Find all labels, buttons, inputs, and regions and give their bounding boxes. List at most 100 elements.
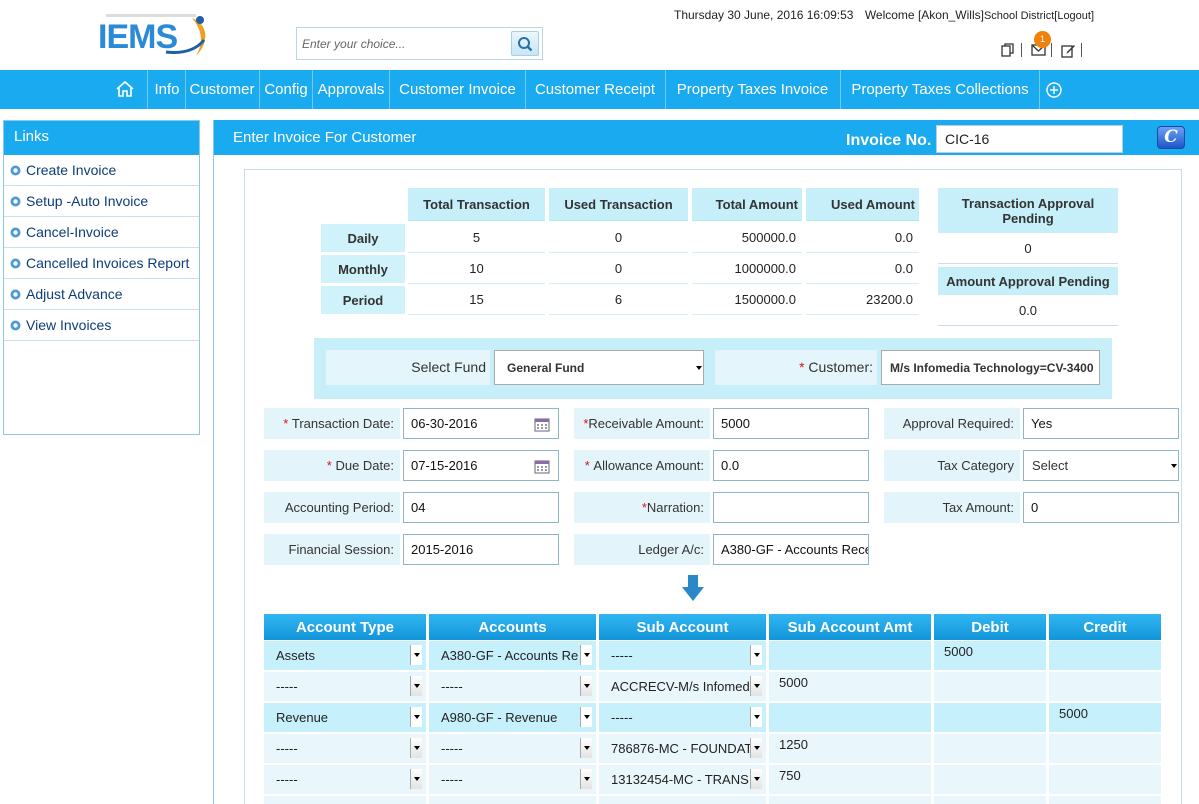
grid-cell-sub-account-amt[interactable]: 1250: [769, 734, 931, 763]
nav-approvals[interactable]: Approvals: [313, 70, 389, 109]
sidebar-item-view-invoices[interactable]: View Invoices: [4, 310, 199, 341]
invoice-no-field[interactable]: CIC-16: [936, 125, 1123, 153]
mail-icon[interactable]: 1: [1028, 31, 1051, 59]
nav-customer[interactable]: Customer: [186, 70, 258, 109]
grid-cell-debit[interactable]: 5000: [934, 641, 1046, 670]
search-input[interactable]: [297, 28, 509, 59]
grid-header-credit: Credit: [1049, 614, 1161, 640]
sidebar-item-label: Adjust Advance: [26, 286, 123, 302]
invoice-no-label: Invoice No.: [846, 132, 932, 149]
sidebar-item-cancel-invoice[interactable]: Cancel-Invoice: [4, 217, 199, 248]
narration-input[interactable]: [713, 492, 869, 523]
receivable-amount-input[interactable]: 5000: [713, 408, 869, 439]
tax-category-value: Select: [1032, 458, 1069, 473]
grid-cell-sub-account-amt[interactable]: [769, 641, 931, 670]
account-select[interactable]: A980-GF - Revenue: [433, 707, 592, 727]
transaction-date-input[interactable]: 06-30-2016: [403, 408, 559, 439]
logout-link[interactable]: [Logout]: [1054, 10, 1094, 22]
grid-cell-credit[interactable]: [1049, 734, 1161, 763]
home-icon[interactable]: [114, 79, 136, 99]
account-select[interactable]: -----: [433, 769, 592, 789]
grid-header-sub-account-amt: Sub Account Amt: [769, 614, 931, 640]
sub-account-select[interactable]: ACCRECV-M/s Infomed: [603, 676, 762, 696]
notification-badge[interactable]: 1: [1034, 31, 1051, 48]
select-value: -----: [276, 678, 298, 694]
sidebar-item-adjust-advance[interactable]: Adjust Advance: [4, 279, 199, 310]
header-separator: [1051, 43, 1052, 57]
grid-cell-debit[interactable]: [934, 703, 1046, 732]
sub-account-select[interactable]: -----: [603, 645, 762, 665]
sub-account-select[interactable]: 786876-MC - FOUNDAT: [603, 738, 762, 758]
nav-info[interactable]: Info: [150, 70, 184, 109]
welcome-user: Welcome [Akon_Wills]: [864, 8, 984, 22]
cell-value: 750: [779, 768, 801, 783]
chevron-down-icon: [410, 738, 422, 758]
account-type-select[interactable]: -----: [268, 769, 422, 789]
tax-category-label: Tax Category: [884, 450, 1020, 481]
sub-account-select[interactable]: 13132454-MC - TRANS: [603, 769, 762, 789]
nav-config[interactable]: Config: [260, 70, 312, 109]
grid-cell: -----: [264, 734, 426, 763]
grid-cell: 786876-MC - FOUNDAT: [599, 734, 766, 763]
copy-icon[interactable]: [998, 41, 1018, 59]
account-select[interactable]: A380-GF - Accounts Re: [433, 645, 592, 665]
account-type-select[interactable]: -----: [268, 738, 422, 758]
allowance-amount-label: * Allowance Amount:: [574, 450, 710, 481]
fund-select[interactable]: General Fund: [494, 350, 704, 385]
grid-cell: [769, 796, 931, 804]
account-type-select[interactable]: -----: [268, 676, 422, 696]
nav-property-taxes-invoice[interactable]: Property Taxes Invoice: [666, 70, 839, 109]
search-button[interactable]: [511, 31, 539, 56]
customer-field[interactable]: M/s Infomedia Technology=CV-3400: [881, 350, 1100, 385]
nav-customer-receipt[interactable]: Customer Receipt: [526, 70, 664, 109]
grid-cell-debit[interactable]: [934, 765, 1046, 794]
links-sidebar: Links Create Invoice Setup -Auto Invoice…: [3, 120, 200, 435]
stats-cell: 1500000.0: [692, 284, 802, 315]
txn-approval-pending-label: Transaction Approval Pending: [938, 188, 1118, 233]
nav-customer-invoice[interactable]: Customer Invoice: [390, 70, 525, 109]
account-select[interactable]: -----: [433, 676, 592, 696]
chevron-down-icon: [580, 676, 592, 696]
sidebar-item-cancelled-invoices-report[interactable]: Cancelled Invoices Report: [4, 248, 199, 279]
grid-cell: -----: [599, 703, 766, 732]
grid-cell-debit[interactable]: [934, 734, 1046, 763]
grid-header-account-type: Account Type: [264, 614, 426, 640]
approval-required-input[interactable]: Yes: [1023, 408, 1179, 439]
clear-button[interactable]: C: [1157, 126, 1185, 149]
tax-category-select[interactable]: Select: [1023, 450, 1179, 481]
sidebar-item-create-invoice[interactable]: Create Invoice: [4, 155, 199, 186]
grid-cell-debit[interactable]: [934, 672, 1046, 701]
approval-required-label: Approval Required:: [884, 408, 1020, 439]
nav-property-taxes-collections[interactable]: Property Taxes Collections: [841, 70, 1039, 109]
sidebar-item-setup-auto-invoice[interactable]: Setup -Auto Invoice: [4, 186, 199, 217]
grid-cell-sub-account-amt[interactable]: 750: [769, 765, 931, 794]
grid-cell-credit[interactable]: [1049, 672, 1161, 701]
grid-cell-credit[interactable]: [1049, 641, 1161, 670]
chevron-down-icon: [750, 707, 762, 727]
allowance-amount-input[interactable]: 0.0: [713, 450, 869, 481]
select-value: -----: [611, 709, 633, 725]
ledger-input[interactable]: A380-GF - Accounts Rece: [713, 534, 869, 565]
calendar-icon[interactable]: [534, 459, 550, 474]
accounting-period-input[interactable]: 04: [403, 492, 559, 523]
select-value: Revenue: [276, 709, 329, 725]
grid-cell-sub-account-amt[interactable]: [769, 703, 931, 732]
sub-account-select[interactable]: -----: [603, 707, 762, 727]
account-select[interactable]: -----: [433, 738, 592, 758]
financial-session-input[interactable]: 2015-2016: [403, 534, 559, 565]
edit-icon[interactable]: [1058, 41, 1078, 59]
grid-cell-credit[interactable]: [1049, 765, 1161, 794]
calendar-icon[interactable]: [534, 417, 550, 432]
fund-customer-bar: Select Fund General Fund * Customer: M/s…: [314, 338, 1112, 399]
iems-logo[interactable]: IEMS: [96, 10, 216, 60]
account-type-select[interactable]: Revenue: [268, 707, 422, 727]
tax-amount-input[interactable]: 0: [1023, 492, 1179, 523]
grid-cell-sub-account-amt[interactable]: 5000: [769, 672, 931, 701]
grid-cell-credit[interactable]: 5000: [1049, 703, 1161, 732]
plus-circle-icon[interactable]: [1045, 81, 1063, 99]
account-type-select[interactable]: Assets: [268, 645, 422, 665]
accounting-period-label: Accounting Period:: [264, 492, 400, 523]
transaction-date-value: 06-30-2016: [411, 416, 478, 431]
due-date-input[interactable]: 07-15-2016: [403, 450, 559, 481]
district-name: School District: [983, 10, 1055, 22]
